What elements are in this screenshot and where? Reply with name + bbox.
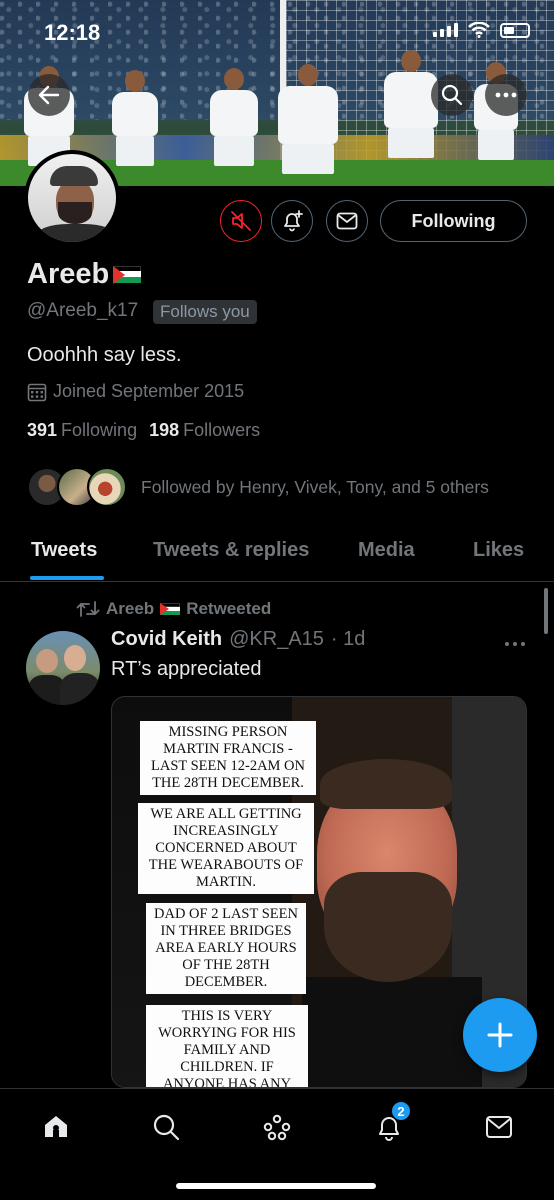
envelope-icon (336, 212, 358, 230)
following-button[interactable]: Following (380, 200, 527, 242)
message-button[interactable] (326, 200, 368, 242)
image-notice: This is very worrying for his family and… (146, 1005, 308, 1087)
signal-icon (433, 23, 458, 37)
following-count: 391 (27, 420, 58, 440)
scrollbar[interactable] (544, 588, 548, 634)
profile-stats: 391 Following 198 Followers (27, 420, 260, 441)
followers-label: Followers (183, 420, 261, 440)
tab-media[interactable]: Media (358, 539, 415, 562)
nav-home[interactable] (36, 1107, 76, 1147)
followed-by[interactable]: Followed by Henry, Vivek, Tony, and 5 ot… (27, 467, 489, 507)
followed-by-text: Followed by Henry, Vivek, Tony, and 5 ot… (141, 476, 489, 497)
follower-avatar (87, 467, 127, 507)
home-indicator (176, 1183, 376, 1189)
nav-messages[interactable] (479, 1107, 519, 1147)
notify-button[interactable] (271, 200, 313, 242)
image-notice: Missing person Martin Francis - last see… (140, 721, 316, 795)
home-icon (45, 1116, 67, 1137)
tweet-text: RT’s appreciated (111, 658, 262, 680)
search-icon (441, 84, 463, 106)
unmute-button[interactable] (220, 200, 262, 242)
compose-tweet-button[interactable] (463, 998, 537, 1072)
spaces-icon (263, 1114, 291, 1141)
plus-icon (487, 1022, 513, 1048)
profile-name: Areeb (27, 258, 142, 291)
back-button[interactable] (28, 74, 70, 116)
retweet-icon (76, 601, 100, 617)
following-stat[interactable]: 391 Following (27, 420, 137, 441)
nav-notifications[interactable]: 2 (369, 1101, 411, 1147)
wifi-icon (468, 22, 490, 38)
status-icons (433, 22, 530, 38)
tab-likes[interactable]: Likes (473, 539, 524, 562)
search-button[interactable] (431, 74, 473, 116)
tweet-more-icon[interactable] (504, 630, 526, 653)
calendar-icon (27, 383, 47, 401)
tweet-author-name[interactable]: Covid Keith (111, 628, 222, 651)
tab-tweets-replies[interactable]: Tweets & replies (153, 539, 309, 562)
more-options-button[interactable] (485, 74, 527, 116)
profile-name-text: Areeb (27, 258, 110, 290)
tweet-author-handle[interactable]: @KR_A15 (229, 628, 324, 651)
follows-you-badge: Follows you (153, 300, 257, 324)
tweet-author-avatar[interactable] (26, 631, 100, 705)
profile-tabs: Tweets Tweets & replies Media Likes (0, 525, 554, 582)
back-arrow-icon (38, 85, 60, 105)
status-time: 12:18 (44, 20, 101, 45)
palestine-flag-icon (160, 602, 181, 616)
retweeted-label: Retweeted (186, 599, 272, 618)
tweet-header: Covid Keith @KR_A15 · 1d (111, 628, 365, 651)
image-notice: Dad of 2 last seen in Three Bridges area… (146, 903, 306, 994)
battery-icon (500, 22, 530, 38)
following-label: Following (61, 420, 138, 440)
banner-player (112, 70, 158, 166)
profile-bio: Ooohhh say less. (27, 344, 182, 366)
search-icon (153, 1114, 180, 1141)
banner-player (278, 64, 338, 174)
followers-count: 198 (149, 420, 180, 440)
joined-text: Joined September 2015 (53, 381, 245, 401)
palestine-flag-icon (113, 265, 142, 284)
nav-spaces[interactable] (257, 1107, 297, 1147)
messages-icon (486, 1116, 512, 1138)
followers-stat[interactable]: 198 Followers (149, 420, 260, 441)
profile-handle: @Areeb_k17 (27, 300, 139, 321)
active-tab-indicator (30, 576, 104, 580)
nav-search[interactable] (146, 1107, 186, 1147)
tweet-time: · 1d (330, 628, 366, 650)
retweet-context: Areeb Retweeted (76, 599, 271, 619)
banner-player (210, 68, 258, 166)
more-icon (495, 92, 517, 98)
banner-player (384, 50, 438, 158)
status-bar: 12:18 (0, 0, 554, 50)
joined-date: Joined September 2015 (27, 381, 244, 402)
tab-tweets[interactable]: Tweets (31, 539, 97, 562)
muted-speaker-icon (231, 211, 251, 231)
notifications-badge: 2 (391, 1101, 411, 1121)
image-notice: We are all getting increasingly concerne… (138, 803, 314, 894)
profile-avatar[interactable] (24, 150, 120, 246)
bell-plus-icon (284, 210, 303, 232)
retweeter-name[interactable]: Areeb (106, 599, 154, 619)
